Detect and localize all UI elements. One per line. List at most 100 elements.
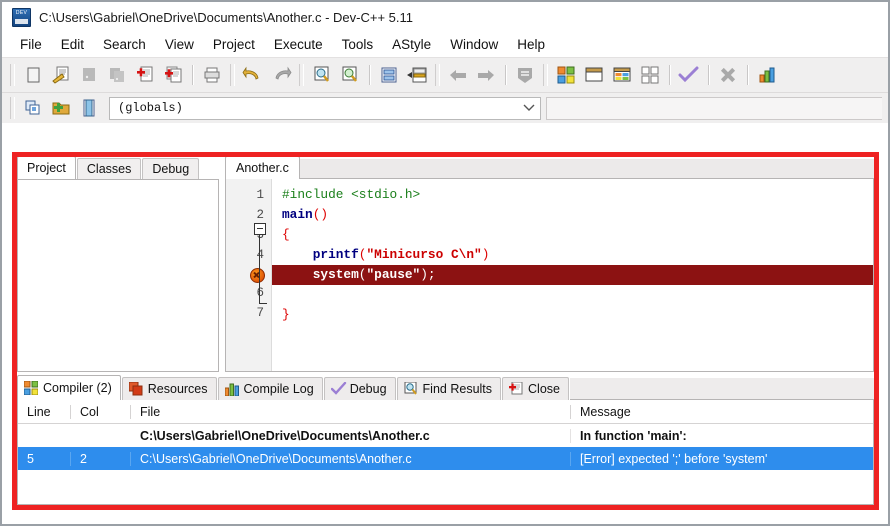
code-line: { [272,225,873,245]
editor-tabs-filler [299,159,874,179]
editor-tab-another-c[interactable]: Another.c [225,156,300,179]
code-editor[interactable]: 1 2 3 4 6 7 #include <stdio.h> main() {… [225,179,874,372]
column-header-message[interactable]: Message [571,405,873,419]
find-icon[interactable] [309,62,335,88]
menu-item-file[interactable]: File [20,37,42,52]
line-number: 4 [256,248,264,262]
line-number: 7 [256,306,264,320]
stop-execution-icon[interactable] [715,62,741,88]
editor-panel: Another.c 1 2 3 4 6 7 #include <stdio.h>… [225,156,874,372]
tab-compile-log[interactable]: Compile Log [217,377,323,400]
cell-message: In function 'main': [580,428,687,443]
undo-icon[interactable] [240,62,266,88]
code-token: ); [420,267,436,282]
cell-file: C:\Users\Gabriel\OneDrive\Documents\Anot… [131,428,571,443]
forward-icon[interactable] [473,62,499,88]
menu-item-search[interactable]: Search [103,37,146,52]
tab-project[interactable]: Project [17,156,76,179]
menu-item-project[interactable]: Project [213,37,255,52]
toggle-bookmark-icon[interactable] [512,62,538,88]
compile-icon[interactable] [553,62,579,88]
toolbar-grip-2[interactable] [230,64,235,86]
fold-guide-line [259,235,260,303]
code-token: "Minicurso C\n" [366,247,482,262]
toolbar-grip-4[interactable] [435,64,440,86]
new-file-icon[interactable] [20,62,46,88]
profile-icon[interactable] [754,62,780,88]
new-project-icon[interactable] [20,95,46,121]
tab-compiler[interactable]: Compiler (2) [17,375,121,400]
goto-function-icon[interactable] [404,62,430,88]
column-header-line[interactable]: Line [18,404,71,419]
run-icon[interactable] [581,62,607,88]
syntax-check-icon[interactable] [676,62,702,88]
replace-icon[interactable] [337,62,363,88]
scope-combo-value: (globals) [118,101,183,115]
chevron-down-icon[interactable] [518,104,540,112]
code-token: main [282,207,313,222]
upper-region: Project Classes Debug Another.c 1 2 3 4 … [17,156,874,372]
toolbar-grip-5[interactable] [543,64,548,86]
menu-item-view[interactable]: View [165,37,194,52]
editor-gutter: 1 2 3 4 6 7 [226,179,272,371]
table-row[interactable]: C:\Users\Gabriel\OneDrive\Documents\Anot… [18,424,873,447]
toolbar-grip-3[interactable] [299,64,304,86]
toolbar-separator-6 [747,65,748,85]
code-token: ) [481,247,490,262]
tab-close-panel[interactable]: Close [502,377,569,400]
dev-cpp-icon [12,7,31,27]
menu-item-execute[interactable]: Execute [274,37,323,52]
code-line: } [272,305,873,325]
project-options-icon[interactable] [76,95,102,121]
toolbar2-grip[interactable] [10,97,15,119]
tab-debug[interactable]: Debug [142,158,200,179]
tab-find-results[interactable]: Find Results [396,377,502,400]
toolbar-grip[interactable] [10,64,15,86]
redo-icon[interactable] [268,62,294,88]
grid-header-row: Line Col File Message [18,400,873,424]
menu-item-tools[interactable]: Tools [342,37,374,52]
save-file-icon[interactable] [76,62,102,88]
code-token: () [312,207,329,222]
code-line: printf("Minicurso C\n") [272,245,873,265]
tab-resources[interactable]: Resources [121,377,217,400]
column-header-col[interactable]: Col [71,404,131,419]
compiler-icon [23,380,39,396]
menu-item-edit[interactable]: Edit [61,37,84,52]
back-icon[interactable] [445,62,471,88]
add-to-project-icon[interactable] [48,95,74,121]
code-line: main() [272,205,873,225]
print-icon[interactable] [199,62,225,88]
code-token: system [282,267,359,282]
menu-item-astyle[interactable]: AStyle [392,37,431,52]
goto-line-icon[interactable] [376,62,402,88]
close-all-icon[interactable] [160,62,186,88]
rebuild-all-icon[interactable] [637,62,663,88]
column-header-file[interactable]: File [131,404,571,419]
code-token: { [282,227,290,242]
tab-find-results-label: Find Results [422,382,493,396]
project-tree[interactable] [17,179,219,372]
find-results-icon [404,381,418,396]
compiler-results-grid[interactable]: Line Col File Message C:\Users\Gabriel\O… [17,400,874,505]
close-panel-icon [509,381,523,396]
tab-debug-output[interactable]: Debug [323,377,396,400]
table-row[interactable]: 5 2 C:\Users\Gabriel\OneDrive\Documents\… [18,447,873,470]
tab-classes[interactable]: Classes [76,158,142,179]
fold-collapse-icon[interactable] [254,223,266,235]
code-area[interactable]: #include <stdio.h> main() { printf("Mini… [272,179,873,371]
editor-tabs: Another.c [225,156,874,179]
menu-item-window[interactable]: Window [450,37,498,52]
window-title: C:\Users\Gabriel\OneDrive\Documents\Anot… [39,9,414,25]
close-file-icon[interactable] [132,62,158,88]
tab-compile-log-label: Compile Log [243,382,314,396]
scope-combo[interactable]: (globals) [109,96,541,120]
save-all-icon[interactable] [104,62,130,88]
open-file-icon[interactable] [48,62,74,88]
compile-run-icon[interactable] [609,62,635,88]
compile-log-icon [224,382,239,397]
code-line-error-highlight: system("pause"); [272,265,873,285]
menu-item-help[interactable]: Help [517,37,545,52]
line-number: 6 [256,286,264,300]
